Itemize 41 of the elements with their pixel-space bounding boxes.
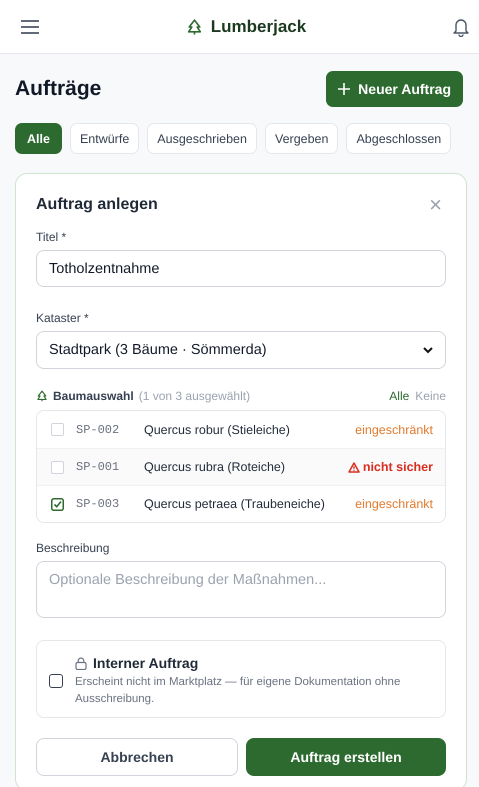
tree-id: SP-001 bbox=[76, 460, 120, 474]
description-input[interactable]: Optionale Beschreibung der Maßnahmen... bbox=[36, 561, 446, 618]
filter-tab[interactable]: Vergeben bbox=[264, 123, 338, 154]
tree-name: Quercus robur (Stieleiche) bbox=[144, 422, 291, 436]
filter-tab[interactable]: Abgeschlossen bbox=[346, 123, 452, 154]
app-title: Lumberjack bbox=[210, 16, 306, 36]
lock-icon bbox=[75, 656, 87, 670]
page-title: Aufträge bbox=[15, 77, 102, 101]
select-all-link[interactable]: Alle bbox=[389, 389, 410, 403]
tree-id: SP-003 bbox=[76, 497, 120, 511]
field-label: Kataster * bbox=[36, 311, 90, 325]
tree-name: Quercus rubra (Roteiche) bbox=[144, 460, 286, 474]
submit-button[interactable]: Auftrag erstellen bbox=[246, 738, 446, 776]
plus-icon bbox=[338, 83, 350, 95]
cancel-button[interactable]: Abbrechen bbox=[36, 738, 238, 776]
section-label: Baumauswahl bbox=[53, 389, 134, 403]
chevron-down-icon bbox=[423, 346, 433, 354]
checkbox[interactable] bbox=[49, 674, 63, 688]
cadastre-select[interactable]: Stadtpark (3 Bäume · Sömmerda) bbox=[36, 331, 446, 369]
field-label: Titel * bbox=[36, 230, 68, 244]
title-input[interactable]: Totholzentnahme bbox=[36, 250, 446, 287]
tree-status: eingeschränkt bbox=[355, 497, 433, 511]
filter-tab[interactable]: Alle bbox=[15, 123, 62, 154]
form-title: Auftrag anlegen bbox=[36, 196, 158, 214]
tree-icon bbox=[36, 390, 48, 402]
tree-status: nicht sicher bbox=[362, 460, 433, 474]
option-description: Erscheint nicht im Marktplatz — für eigene Dokumentation ohne Ausschreibung. bbox=[75, 675, 402, 707]
tree-name: Quercus petraea (Traubeneiche) bbox=[144, 497, 326, 511]
filter-tab[interactable]: Entwürfe bbox=[70, 123, 140, 154]
tree-status: eingeschränkt bbox=[355, 422, 433, 436]
filter-tab[interactable]: Ausgeschrieben bbox=[147, 123, 257, 154]
tree-icon bbox=[186, 18, 203, 36]
new-order-button[interactable]: Neuer Auftrag bbox=[326, 71, 463, 107]
checkbox[interactable] bbox=[51, 498, 64, 510]
field-label: Beschreibung bbox=[36, 541, 110, 555]
warning-icon bbox=[348, 462, 360, 472]
bell-icon[interactable] bbox=[453, 16, 469, 36]
tree-id: SP-002 bbox=[76, 422, 120, 436]
menu-icon[interactable] bbox=[21, 20, 39, 34]
option-title: Interner Auftrag bbox=[93, 655, 198, 671]
selection-count: (1 von 3 ausgewählt) bbox=[138, 389, 250, 403]
